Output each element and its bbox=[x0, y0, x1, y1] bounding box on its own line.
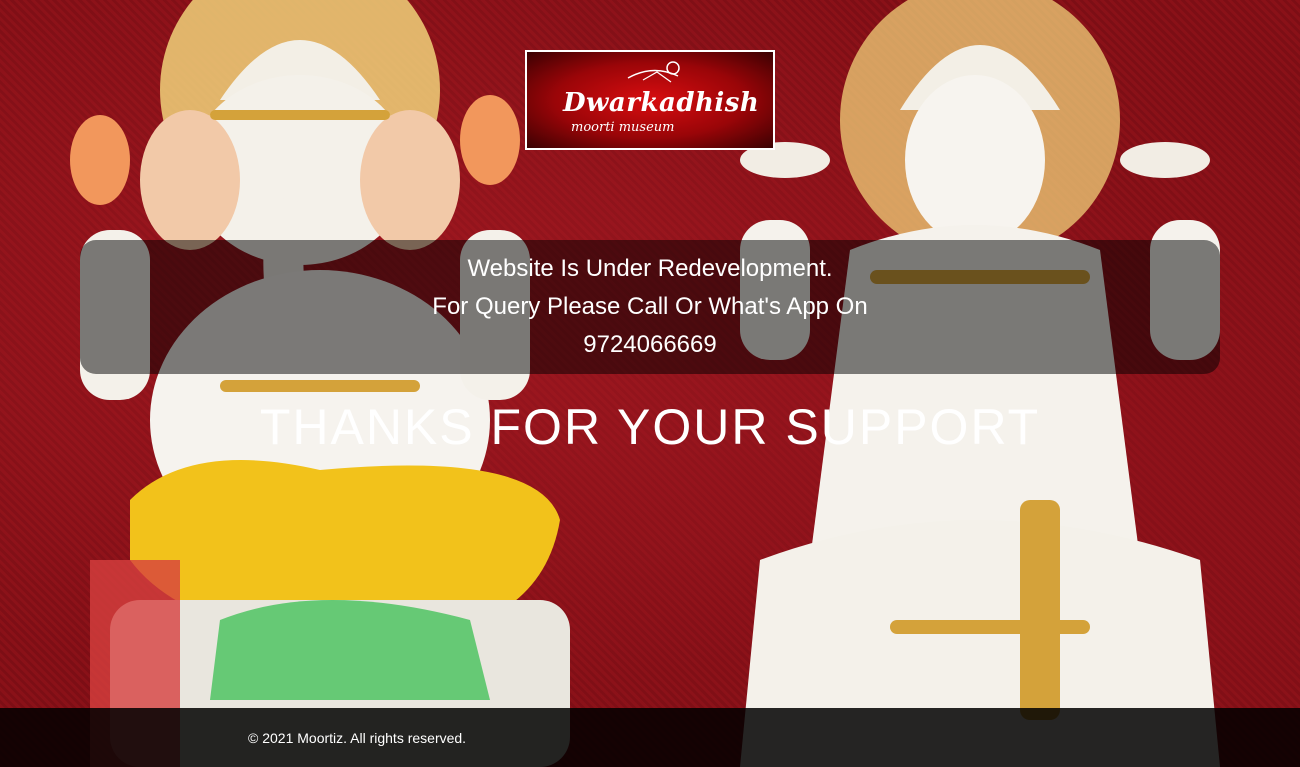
footer: © 2021 Moortiz. All rights reserved. bbox=[0, 708, 1300, 767]
logo-subtitle: moorti museum bbox=[571, 120, 675, 135]
brand-logo[interactable]: Dwarkadhish moorti museum bbox=[525, 50, 775, 150]
lakshmi-idol-image bbox=[740, 0, 1220, 767]
thanks-headline: THANKS FOR YOUR SUPPORT bbox=[259, 399, 1041, 455]
footer-copyright: © 2021 Moortiz. All rights reserved. bbox=[248, 730, 467, 746]
notice-line-2: For Query Please Call Or What's App On bbox=[432, 293, 868, 320]
redevelopment-notice: Website Is Under Redevelopment. For Quer… bbox=[80, 240, 1220, 374]
ganesha-idol-image bbox=[70, 0, 570, 767]
logo-title: Dwarkadhish bbox=[563, 88, 760, 118]
notice-phone[interactable]: 9724066669 bbox=[80, 326, 1220, 364]
peacock-feather-icon bbox=[627, 61, 680, 83]
notice-line-1: Website Is Under Redevelopment. bbox=[467, 255, 833, 282]
